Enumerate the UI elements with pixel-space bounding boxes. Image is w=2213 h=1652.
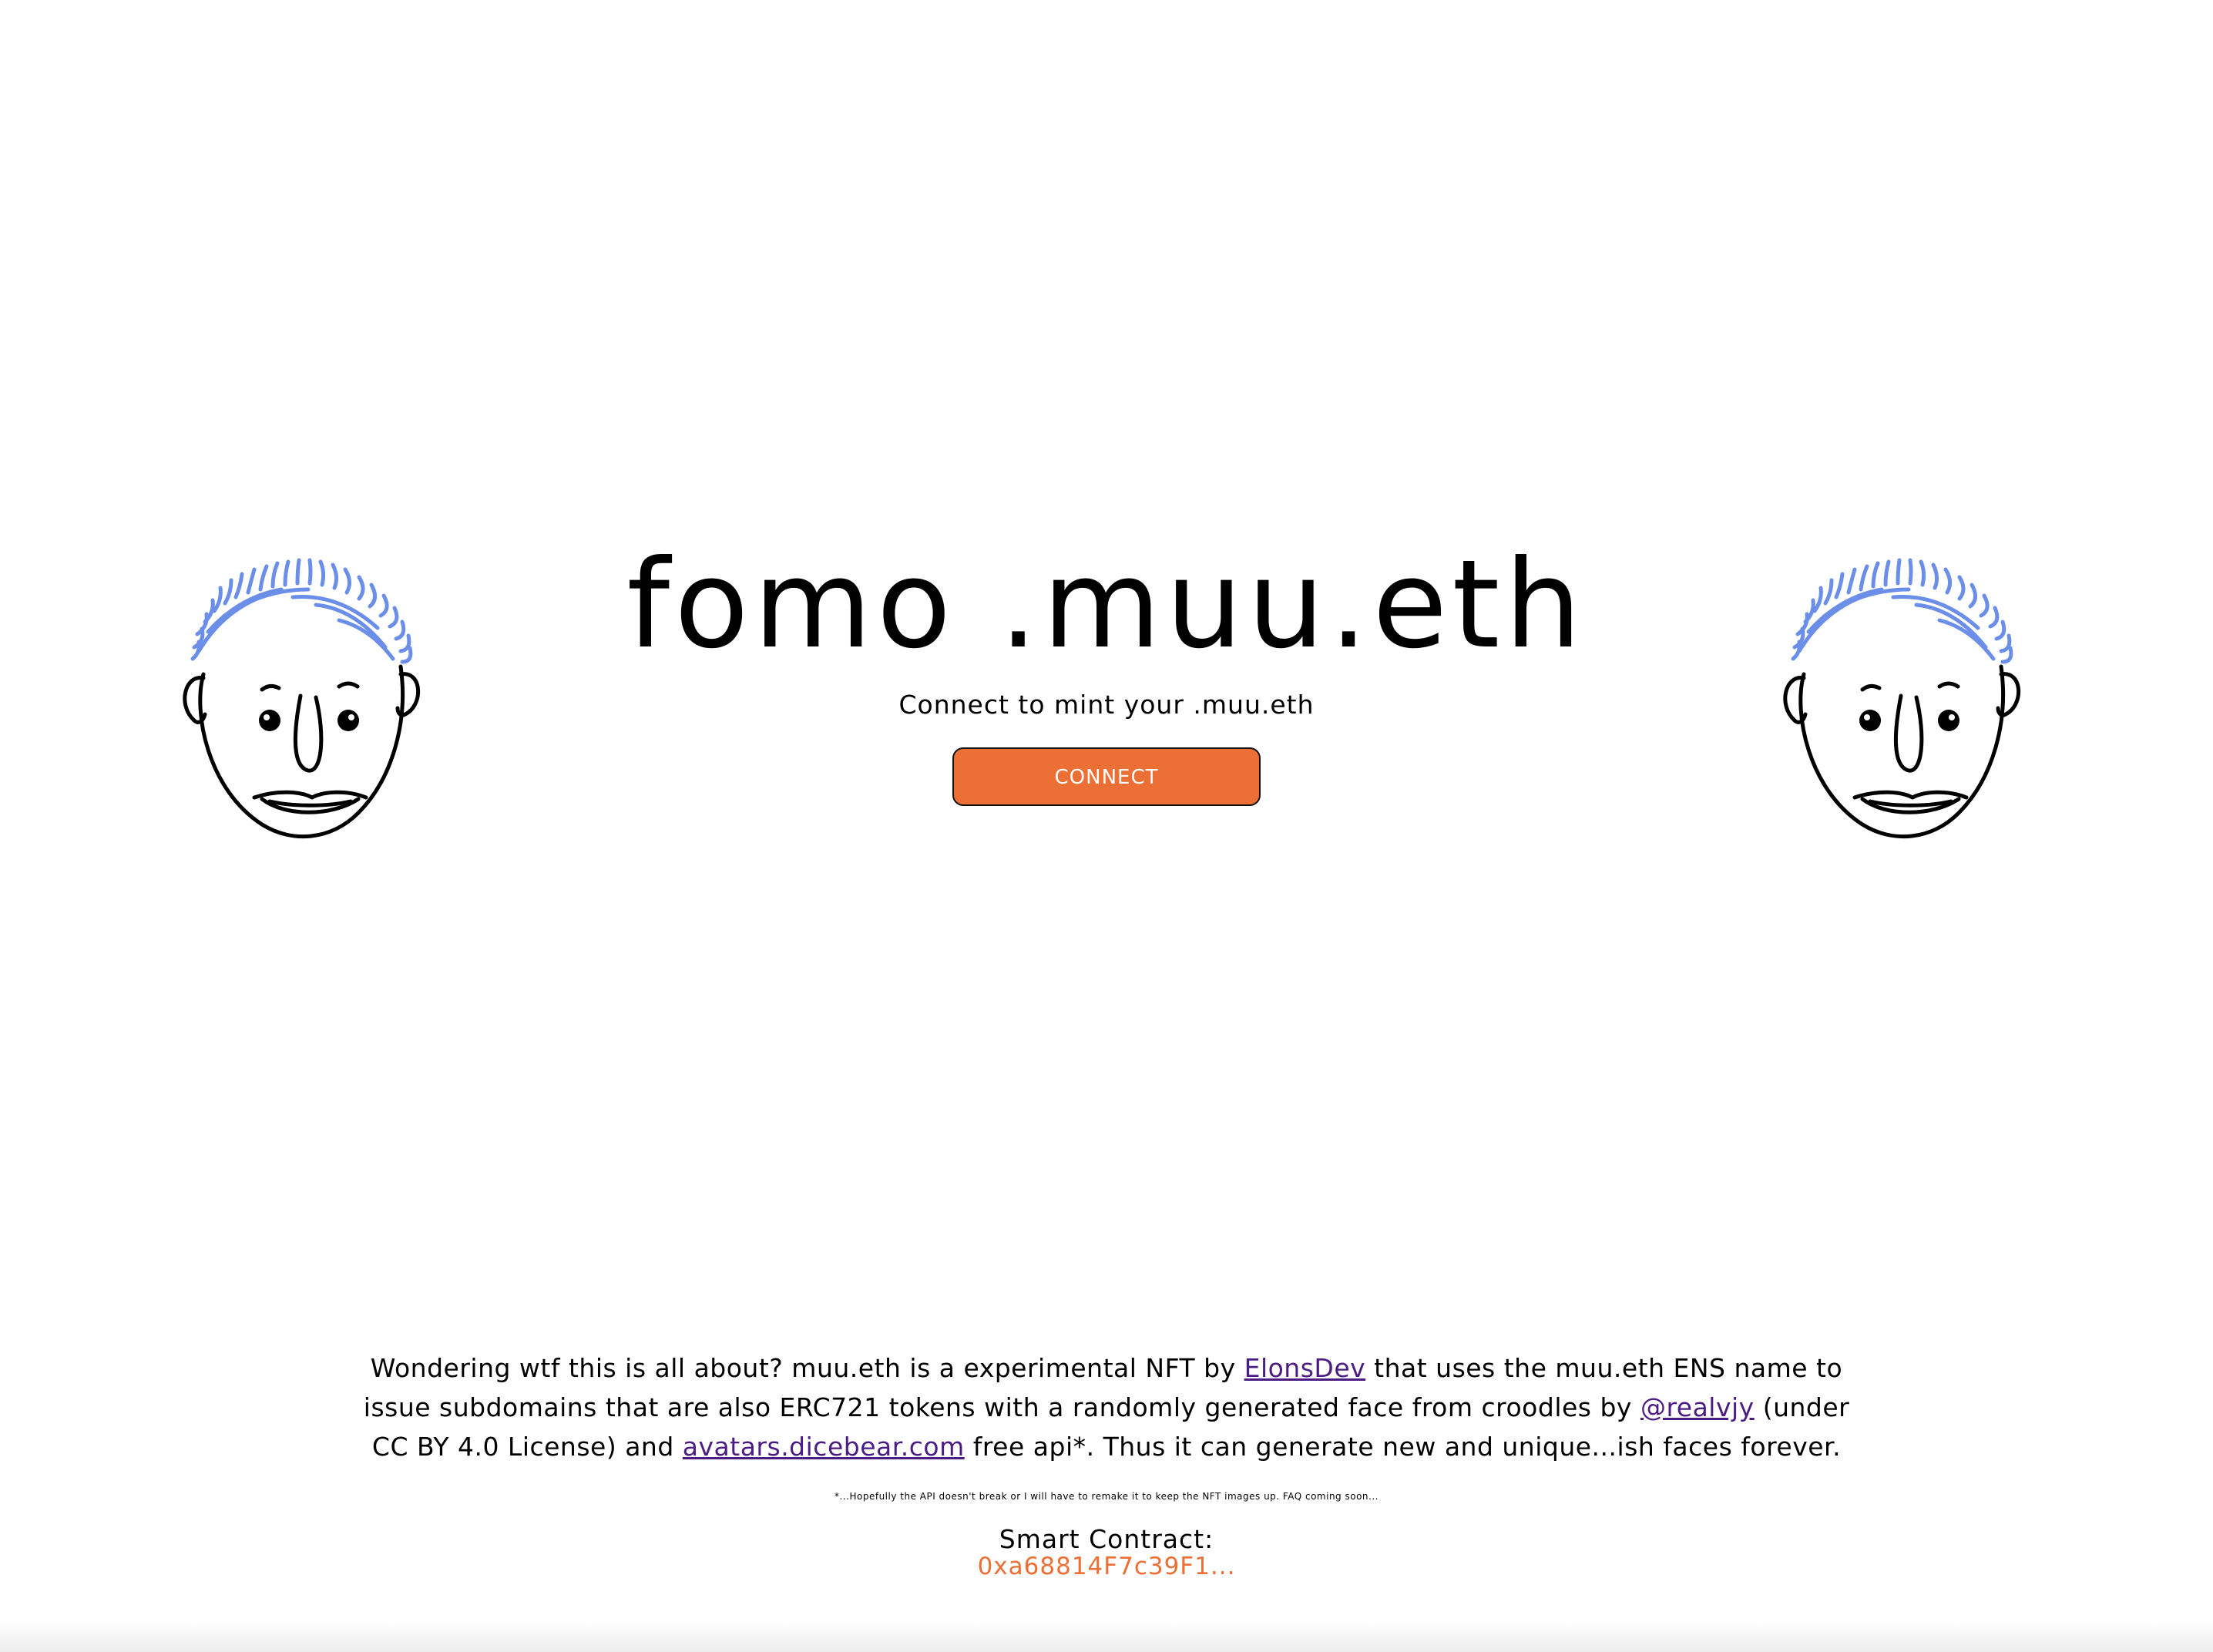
connect-button[interactable]: CONNECT [952,747,1261,806]
smart-contract-info: Smart Contract: 0xa68814F7c39F1... [354,1524,1859,1581]
about-text-1: Wondering wtf this is all about? muu.eth… [370,1353,1244,1383]
elonsdev-link[interactable]: ElonsDev [1244,1353,1366,1383]
footnote: *...Hopefully the API doesn't break or I… [834,1491,1379,1502]
page-title: fomo .muu.eth [626,534,1587,676]
realvjy-link[interactable]: @realvjy [1640,1392,1755,1422]
contract-label: Smart Contract: [999,1524,1214,1554]
about-text-4: free api*. Thus it can generate new and … [964,1432,1842,1462]
connect-prompt: Connect to mint your .muu.eth [898,690,1315,720]
dicebear-link[interactable]: avatars.dicebear.com [683,1432,965,1462]
contract-address-link[interactable]: 0xa68814F7c39F1... [354,1553,1859,1580]
about-paragraph: Wondering wtf this is all about? muu.eth… [354,1348,1859,1466]
hero-section: fomo .muu.eth Connect to mint your .muu.… [0,532,2213,806]
about-section: Wondering wtf this is all about? muu.eth… [354,1348,1859,1580]
page: fomo .muu.eth Connect to mint your .muu.… [0,0,2213,1652]
bottom-edge-shadow [0,1621,2213,1652]
